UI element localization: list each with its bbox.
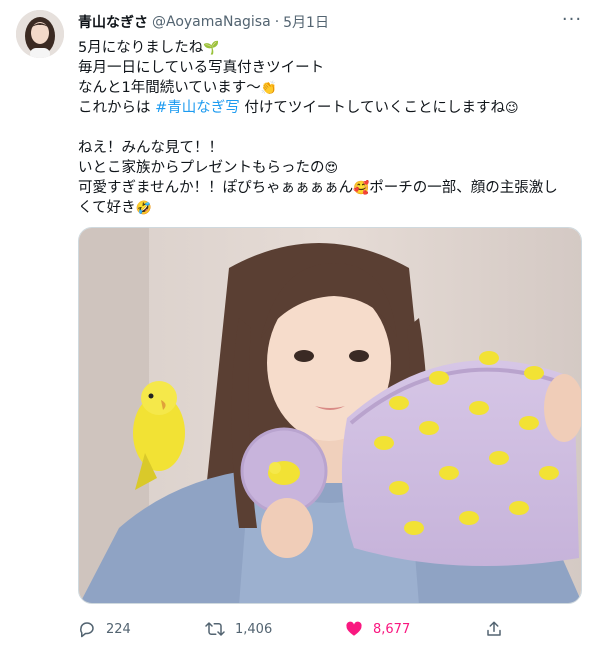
avatar-image (16, 10, 64, 58)
reply-count: 224 (106, 621, 131, 637)
clap-emoji: 👏 (260, 81, 277, 96)
text-span: いとこ家族からプレゼントもらったの (78, 160, 325, 176)
photo-illustration (79, 228, 581, 603)
text-span: ねえ！みんな見て！！ (78, 140, 223, 156)
tweet-line: 5月になりましたね🌱 (78, 38, 583, 58)
tweet-date[interactable]: 5月1日 (283, 12, 329, 32)
share-icon (487, 621, 501, 636)
like-icon (346, 621, 362, 636)
tweet-line: いとこ家族からプレゼントもらったの😍 (78, 158, 583, 178)
seedling-emoji: 🌱 (203, 41, 220, 56)
text-span: これからは (78, 100, 156, 116)
like-count: 8,677 (373, 621, 411, 637)
rofl-emoji: 🤣 (135, 201, 152, 216)
reply-button[interactable]: 224 (78, 614, 131, 644)
retweet-icon (205, 622, 225, 636)
retweet-button[interactable]: 1,406 (205, 614, 272, 644)
text-span: 可愛すぎませんか！！ぽぴちゃぁぁぁぁん (78, 180, 354, 196)
wink-emoji: 😉 (504, 101, 519, 116)
text-span: なんと1年間続いています〜 (78, 80, 261, 96)
tweet-line: これからは #青山なぎ写 付けてツイートしていくことにしますね😉 (78, 98, 583, 118)
text-span: 5月になりましたね (78, 40, 204, 56)
avatar[interactable] (16, 10, 64, 58)
like-button[interactable]: 8,677 (345, 614, 410, 644)
text-span: ポーチの一部、顔の主張激し (369, 180, 558, 196)
text-span: くて好き (78, 200, 136, 216)
more-options-icon[interactable]: ··· (560, 11, 584, 33)
reply-icon (80, 622, 94, 638)
tweet-line: ねえ！みんな見て！！ (78, 138, 583, 158)
tweet-photo[interactable] (78, 227, 582, 604)
tweet-text: 5月になりましたね🌱 毎月一日にしている写真付きツイート なんと1年間続いていま… (78, 38, 583, 218)
tweet-actions: 224 1,406 8,677 (78, 614, 583, 644)
separator-dot: · (274, 14, 280, 30)
tweet-header: 青山なぎさ @AoyamaNagisa · 5月1日 (78, 11, 329, 33)
author-name[interactable]: 青山なぎさ (78, 12, 148, 32)
tweet-card[interactable]: 青山なぎさ @AoyamaNagisa · 5月1日 ··· 5月になりましたね… (0, 0, 599, 650)
text-span: 毎月一日にしている写真付きツイート (78, 60, 325, 76)
tweet-line: なんと1年間続いています〜👏 (78, 78, 583, 98)
tweet-line: 毎月一日にしている写真付きツイート (78, 58, 583, 78)
smiling-hearts-emoji: 🥰 (353, 181, 370, 196)
heart-eyes-emoji: 😍 (324, 161, 339, 176)
tweet-line: 可愛すぎませんか！！ぽぴちゃぁぁぁぁん🥰ポーチの一部、顔の主張激し (78, 178, 583, 198)
hashtag-link[interactable]: #青山なぎ写 (155, 100, 240, 116)
share-button[interactable] (485, 614, 513, 644)
author-handle[interactable]: @AoyamaNagisa (152, 14, 271, 30)
tweet-line: くて好き🤣 (78, 198, 583, 218)
retweet-count: 1,406 (235, 621, 273, 637)
text-span: 付けてツイートしていくことにしますね (239, 100, 505, 116)
